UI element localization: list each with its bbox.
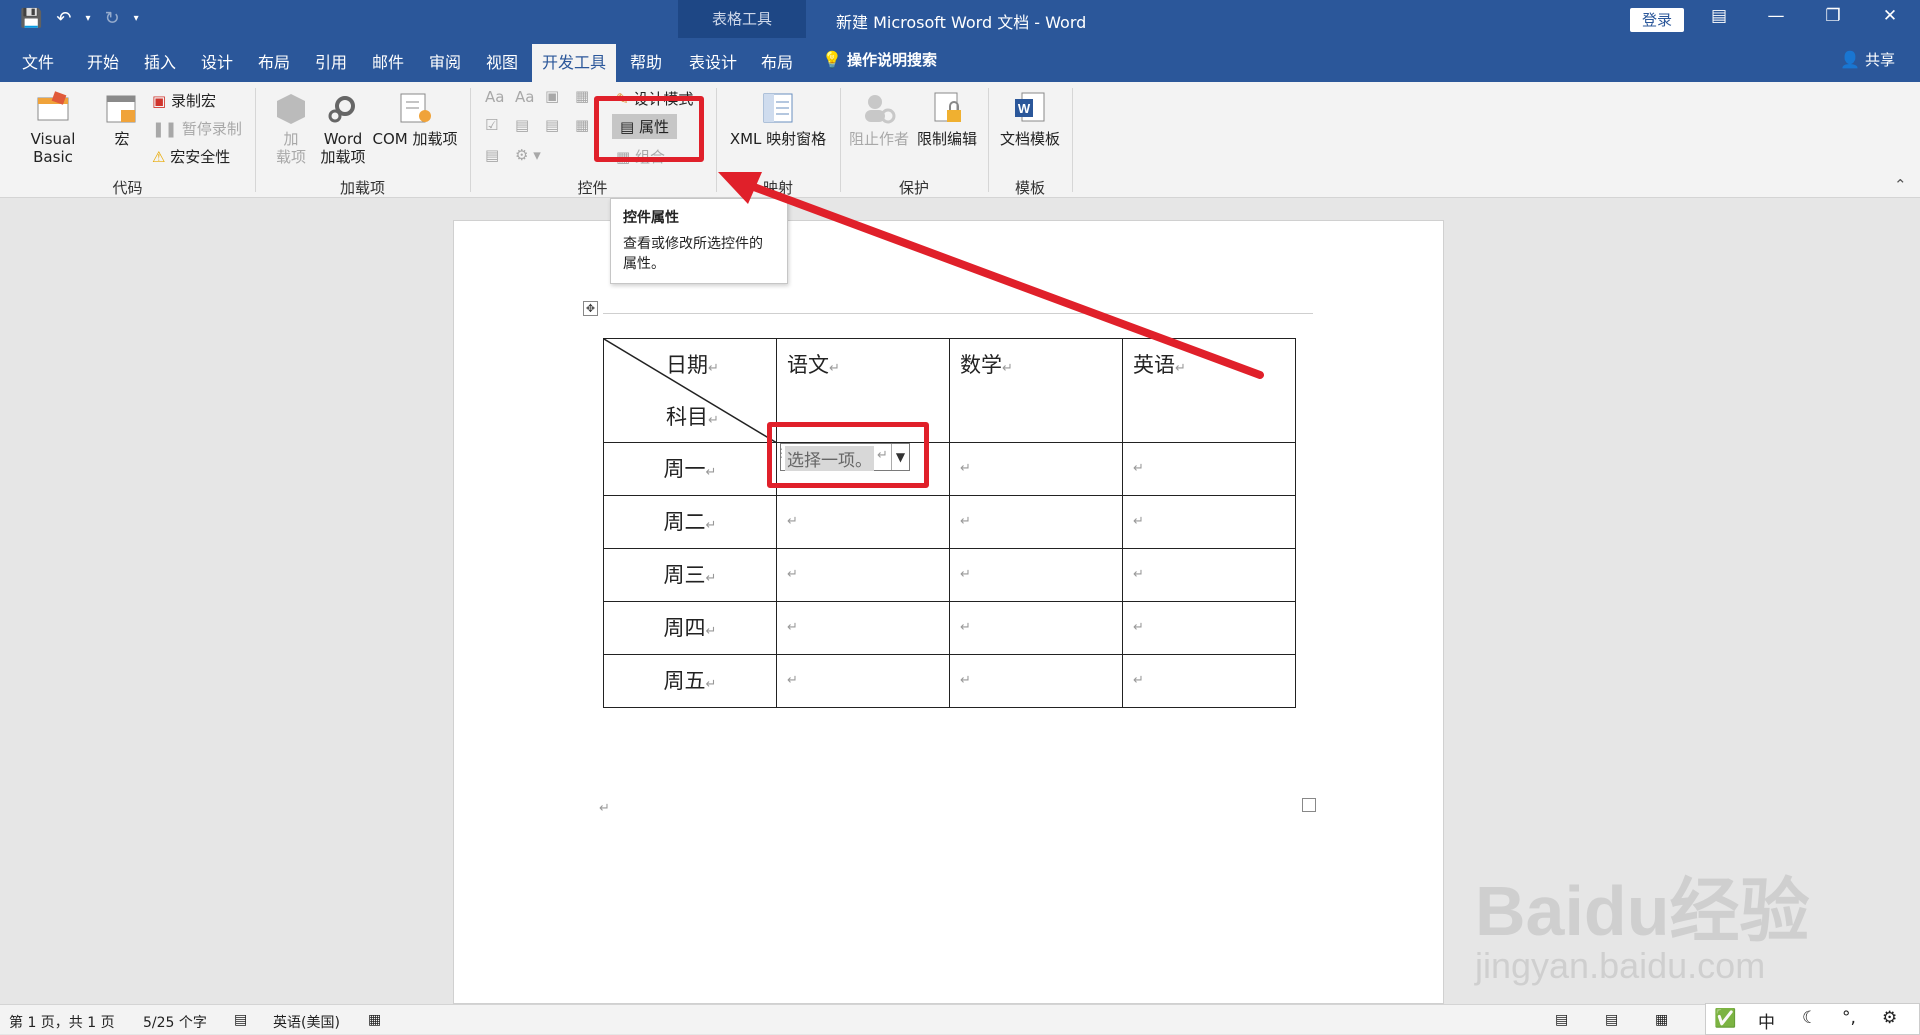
checkmark-icon[interactable]: ✅ bbox=[1714, 1008, 1736, 1029]
moon-icon[interactable]: ☾ bbox=[1802, 1008, 1817, 1028]
ime-mode[interactable]: 中 bbox=[1758, 1008, 1775, 1033]
page-count[interactable]: 第 1 页，共 1 页 bbox=[9, 1012, 115, 1032]
settings-gear-icon[interactable]: ⚙ bbox=[1882, 1008, 1897, 1028]
baidu-watermark: Baidu经验 bbox=[1475, 872, 1810, 950]
macro-recording-icon[interactable]: ▦ bbox=[368, 1012, 381, 1028]
proofing-icon[interactable]: ▤ bbox=[234, 1012, 247, 1028]
word-count[interactable]: 5/25 个字 bbox=[143, 1012, 207, 1032]
web-layout-icon[interactable]: ▦ bbox=[1655, 1012, 1668, 1028]
status-bar: 第 1 页，共 1 页 5/25 个字 ▤ 英语(美国) ▦ ▤ ▤ ▦ ✅ 中… bbox=[0, 1003, 1920, 1035]
ime-toolbar: ✅ 中 ☾ °, ⚙ bbox=[1705, 1003, 1920, 1035]
read-mode-icon[interactable]: ▤ bbox=[1555, 1012, 1568, 1028]
language-indicator[interactable]: 英语(美国) bbox=[273, 1012, 340, 1032]
punctuation-icon[interactable]: °, bbox=[1842, 1008, 1856, 1028]
baidu-watermark-url: jingyan.baidu.com bbox=[1475, 945, 1766, 986]
print-layout-icon[interactable]: ▤ bbox=[1605, 1012, 1618, 1028]
